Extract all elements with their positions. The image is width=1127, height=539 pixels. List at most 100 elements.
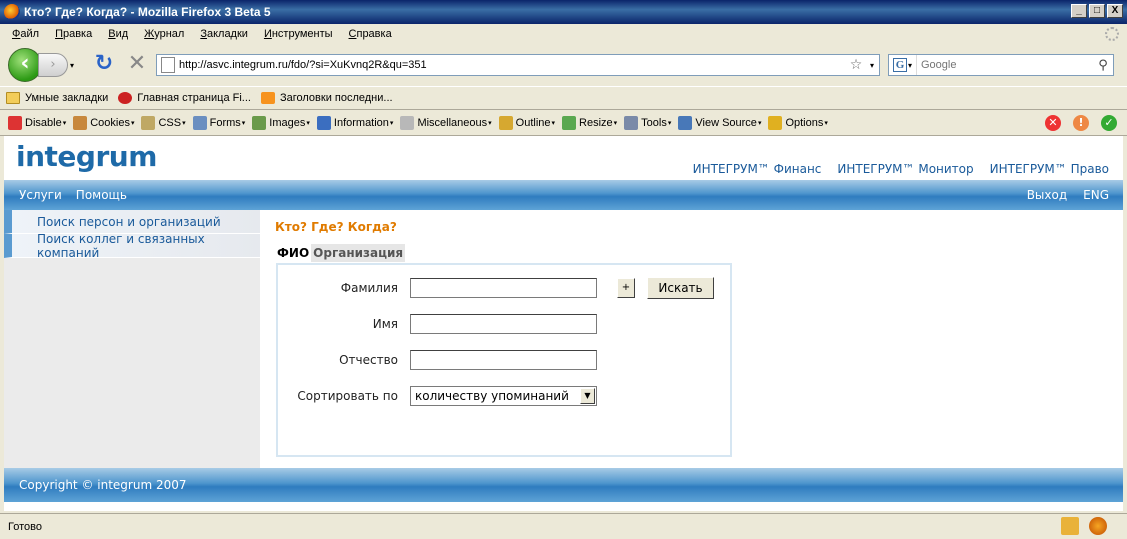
bookmark-smart[interactable]: Умные закладки <box>6 92 108 104</box>
site-nav-band: Услуги Помощь Выход ENG <box>4 180 1123 210</box>
bookmark-homepage[interactable]: Главная страница Fi... <box>118 92 251 104</box>
devtool-icon <box>768 115 783 130</box>
menu-view[interactable]: Вид <box>100 28 136 40</box>
nav-language[interactable]: ENG <box>1083 188 1109 202</box>
search-input[interactable] <box>917 59 1093 71</box>
devtool-css[interactable]: CSS ▾ <box>141 115 186 130</box>
rss-icon <box>260 92 275 104</box>
devtool-miscellaneous[interactable]: Miscellaneous ▾ <box>400 115 492 130</box>
menu-bar: Файл Правка Вид Журнал Закладки Инструме… <box>0 24 1127 44</box>
name-input[interactable] <box>410 314 597 334</box>
patronymic-input[interactable] <box>410 350 597 370</box>
devtool-caret-icon: ▾ <box>62 119 67 127</box>
stop-button[interactable]: ✕ <box>126 53 148 77</box>
devtool-caret-icon: ▾ <box>824 119 828 127</box>
close-button[interactable]: X <box>1107 4 1123 18</box>
link-finance[interactable]: ИНТЕГРУМ™ Финанс <box>693 162 822 176</box>
devtool-icon <box>624 115 639 130</box>
add-field-button[interactable]: + <box>617 278 635 298</box>
devtool-tools[interactable]: Tools ▾ <box>624 115 671 130</box>
google-icon: G <box>892 58 907 72</box>
devtool-caret-icon: ▾ <box>389 119 394 127</box>
url-history-dropdown-icon[interactable]: ▾ <box>865 61 879 70</box>
nav-help[interactable]: Помощь <box>76 188 127 202</box>
surname-input[interactable] <box>410 278 597 298</box>
warning-status-icon[interactable]: ! <box>1073 115 1089 131</box>
window-titlebar: Кто? Где? Когда? - Mozilla Firefox 3 Bet… <box>0 0 1127 24</box>
devtool-options[interactable]: Options ▾ <box>768 115 828 130</box>
nav-logout[interactable]: Выход <box>1027 188 1067 202</box>
surname-row: Фамилия + Искать <box>278 277 734 299</box>
forward-button[interactable]: › <box>38 53 68 77</box>
maximize-button[interactable]: □ <box>1089 4 1105 18</box>
devtool-label: Tools <box>641 116 667 129</box>
devtool-label: Images <box>269 116 306 129</box>
devtool-cookies[interactable]: Cookies ▾ <box>73 115 134 130</box>
search-bar[interactable]: G ▾ ⚲ <box>888 54 1114 76</box>
page-title: Кто? Где? Когда? <box>275 220 397 234</box>
search-tabs: ФИО Организация <box>275 244 406 262</box>
devtool-images[interactable]: Images ▾ <box>252 115 310 130</box>
menu-file[interactable]: Файл <box>4 28 47 40</box>
integrum-logo[interactable]: integrum <box>16 140 157 173</box>
devtool-label: CSS <box>158 116 182 129</box>
page-viewport: integrum ИНТЕГРУМ™ Финанс ИНТЕГРУМ™ Мони… <box>4 136 1123 511</box>
sort-select[interactable]: количеству упоминаний ▼ <box>410 386 597 406</box>
devtool-icon <box>562 115 577 130</box>
product-links: ИНТЕГРУМ™ Финанс ИНТЕГРУМ™ Монитор ИНТЕГ… <box>693 162 1109 176</box>
url-input[interactable] <box>179 56 847 74</box>
devtool-information[interactable]: Information ▾ <box>316 115 394 130</box>
sidebar-item-colleague-search[interactable]: Поиск коллег и связанных компаний <box>4 232 260 260</box>
web-developer-toolbar: Disable ▾ Cookies ▾ CSS ▾ Forms ▾ Images ▾ Informa… <box>0 110 1127 136</box>
bookmark-star-icon[interactable]: ☆ <box>847 57 865 73</box>
devtool-resize[interactable]: Resize ▾ <box>562 115 618 130</box>
address-bar[interactable]: ☆ ▾ <box>156 54 880 76</box>
menu-history[interactable]: Журнал <box>136 28 192 40</box>
sort-selected-value: количеству упоминаний <box>415 389 569 403</box>
devtool-label: Miscellaneous <box>417 116 488 129</box>
devtool-caret-icon: ▾ <box>241 119 246 127</box>
devtool-label: Information <box>333 116 389 129</box>
devtool-disable[interactable]: Disable ▾ <box>8 115 67 130</box>
bookmark-label: Умные закладки <box>25 92 109 104</box>
ok-status-icon[interactable]: ✓ <box>1101 115 1117 131</box>
menu-bookmarks[interactable]: Закладки <box>192 28 256 40</box>
window-title: Кто? Где? Когда? - Mozilla Firefox 3 Bet… <box>24 5 271 19</box>
minimize-button[interactable]: _ <box>1071 4 1087 18</box>
history-dropdown-icon[interactable]: ▾ <box>70 61 80 70</box>
link-law[interactable]: ИНТЕГРУМ™ Право <box>990 162 1109 176</box>
select-arrow-icon[interactable]: ▼ <box>580 388 595 404</box>
devtool-outline[interactable]: Outline ▾ <box>498 115 556 130</box>
devtool-caret-icon: ▾ <box>757 119 762 127</box>
sort-label: Сортировать по <box>297 389 398 403</box>
sort-row: Сортировать по количеству упоминаний ▼ <box>278 385 734 407</box>
back-button[interactable]: ‹ <box>8 48 42 82</box>
patronymic-label: Отчество <box>339 353 398 367</box>
nav-services[interactable]: Услуги <box>19 188 62 202</box>
link-monitor[interactable]: ИНТЕГРУМ™ Монитор <box>837 162 973 176</box>
sidebar: Поиск персон и организаций Поиск коллег … <box>4 210 260 468</box>
search-button[interactable]: Искать <box>647 277 714 299</box>
devtool-caret-icon: ▾ <box>551 119 556 127</box>
devtool-icon <box>252 115 267 130</box>
tab-organization[interactable]: Организация <box>311 244 406 262</box>
reload-button[interactable]: ↻ <box>92 53 116 77</box>
sidebar-item-person-search[interactable]: Поиск персон и организаций <box>4 210 260 234</box>
devtool-caret-icon: ▾ <box>613 119 618 127</box>
devtool-forms[interactable]: Forms ▾ <box>192 115 246 130</box>
page-footer: Copyright © integrum 2007 <box>4 468 1123 502</box>
firefox-status-icon[interactable] <box>1089 517 1107 535</box>
devtool-view-source[interactable]: View Source ▾ <box>678 115 762 130</box>
devtool-label: Outline <box>515 116 551 129</box>
menu-edit[interactable]: Правка <box>47 28 100 40</box>
tab-fio[interactable]: ФИО <box>275 244 312 262</box>
menu-tools[interactable]: Инструменты <box>256 28 341 40</box>
bookmark-headlines[interactable]: Заголовки последни... <box>260 92 393 104</box>
search-engine-selector[interactable]: G ▾ <box>889 55 917 75</box>
devtool-icon <box>192 115 207 130</box>
favorite-icon <box>118 92 133 104</box>
search-icon[interactable]: ⚲ <box>1093 58 1113 73</box>
error-status-icon[interactable]: ✕ <box>1045 115 1061 131</box>
edit-icon[interactable] <box>1061 517 1079 535</box>
menu-help[interactable]: Справка <box>341 28 400 40</box>
